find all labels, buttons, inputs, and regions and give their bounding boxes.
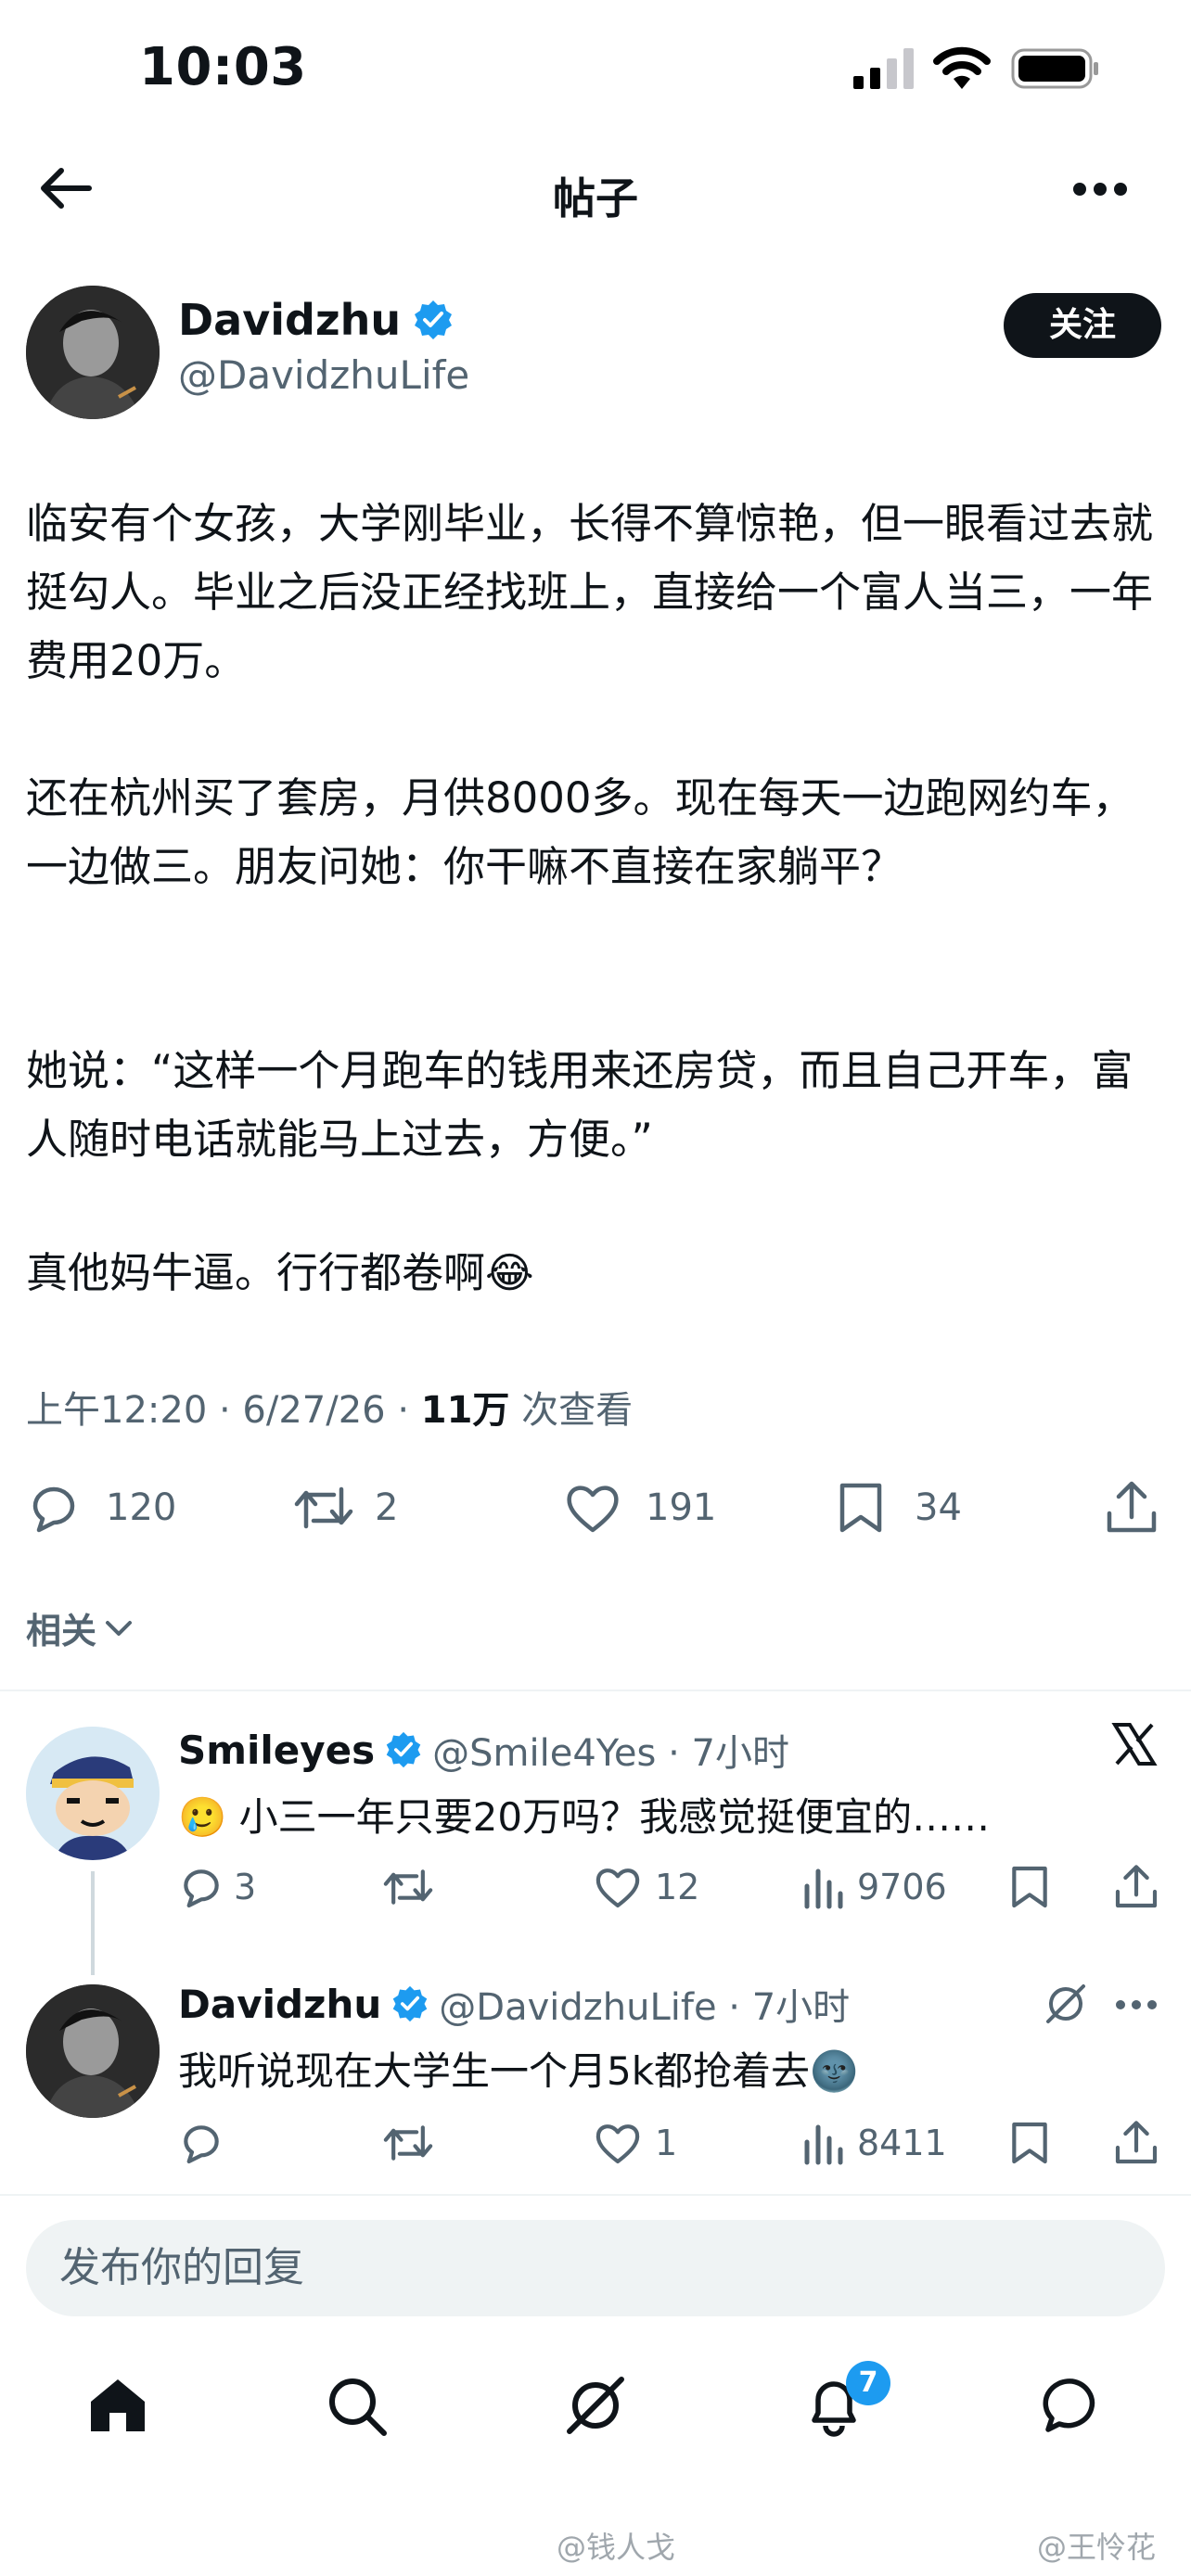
heart-icon [596, 1868, 640, 1908]
share-button[interactable] [1104, 1480, 1159, 1536]
reply-header: Smileyes @Smile4Yes · 7小时 [178, 1723, 789, 1777]
tweet-paragraph-1: 临安有个女孩，大学刚毕业，长得不算惊艳，但一眼看过去就挺勾人。毕业之后没正经找班… [26, 499, 1154, 685]
divider [0, 2194, 1191, 2196]
reply-reply-action[interactable]: 3 [178, 1864, 256, 1910]
divider [0, 1690, 1191, 1691]
reply-author-name[interactable]: Smileyes [178, 1728, 375, 1773]
nav-messages[interactable] [1043, 2376, 1102, 2435]
reply-views-action[interactable]: 9706 [803, 1864, 947, 1910]
view-count-suffix: 次查看 [509, 1389, 634, 1432]
analytics-icon [804, 2124, 843, 2165]
reply-share-button[interactable] [1113, 1864, 1159, 1910]
bookmark-count: 34 [915, 1486, 962, 1529]
like-action[interactable]: 191 [564, 1480, 716, 1536]
search-icon [329, 2378, 387, 2436]
reply-reply-count: 3 [234, 1867, 257, 1907]
tweet-paragraph-2: 还在杭州买了套房，月供8000多。现在每天一边跑网约车，一边做三。朋友问她：你干… [26, 773, 1134, 891]
more-horizontal-icon [1116, 2000, 1157, 2009]
reply-like-count: 12 [655, 1867, 700, 1907]
share-icon [1115, 1865, 1158, 1908]
repost-icon [294, 1486, 353, 1529]
like-count: 191 [646, 1486, 717, 1529]
view-count: 11万 [420, 1389, 510, 1432]
verified-badge-icon [415, 300, 453, 339]
nav-search[interactable] [327, 2376, 388, 2437]
reply-like-action[interactable]: 12 [594, 1864, 699, 1910]
reply-view-count: 8411 [857, 2123, 947, 2163]
reply-text: 我听说现在大学生一个月5k都抢着去🌚 [178, 2048, 859, 2094]
reply-text: 🥲 小三一年只要20万吗？我感觉挺便宜的…… [178, 1794, 991, 1840]
bookmark-icon [1012, 1866, 1047, 1908]
avatar[interactable] [26, 286, 160, 419]
reply-author-handle[interactable]: @Smile4Yes · 7小时 [432, 1723, 789, 1777]
reply-author-handle[interactable]: @DavidzhuLife · 7小时 [439, 1977, 850, 2031]
heart-icon [596, 2124, 640, 2164]
status-time: 10:03 [139, 37, 307, 97]
analytics-icon [804, 1868, 843, 1909]
reply-icon [32, 1486, 75, 1533]
bookmark-icon [839, 1483, 882, 1533]
reply-bookmark-button[interactable] [1009, 1864, 1050, 1910]
reply-avatar[interactable] [26, 1727, 160, 1860]
reply-views-action[interactable]: 8411 [803, 2120, 947, 2166]
grok-icon[interactable] [1043, 1981, 1089, 2027]
related-label: 相关 [26, 1611, 97, 1651]
battery-icon [1011, 48, 1100, 89]
tweet-paragraph-3: 她说：“这样一个月跑车的钱用来还房贷，而且自己开车，富人随时电话就能马上过去，方… [26, 1046, 1133, 1164]
more-options-button[interactable] [1072, 182, 1128, 197]
reply-reply-action[interactable] [178, 2120, 234, 2166]
reply-repost-action[interactable] [382, 2120, 443, 2166]
bookmark-icon [1012, 2122, 1047, 2164]
wifi-icon [933, 46, 991, 89]
reply-icon [184, 1869, 219, 1908]
reply-share-button[interactable] [1113, 2120, 1159, 2166]
verified-badge-icon [393, 1985, 428, 2022]
watermark: @钱人戈 [557, 2530, 676, 2565]
reply-input[interactable]: 发布你的回复 [26, 2220, 1165, 2316]
tweet-timestamp[interactable]: 上午12:20 · 6/27/26 · [26, 1389, 421, 1432]
message-icon [1043, 2378, 1095, 2432]
reply-like-count: 1 [655, 2123, 678, 2163]
notification-badge: 7 [846, 2361, 890, 2405]
reply-like-action[interactable]: 1 [594, 2120, 677, 2166]
page-title: 帖子 [553, 173, 638, 223]
home-icon [91, 2379, 145, 2431]
cellular-signal-icon [853, 48, 915, 89]
author-handle[interactable]: @DavidzhuLife [178, 352, 469, 398]
reply-header: Davidzhu @DavidzhuLife · 7小时 [178, 1977, 850, 2031]
repost-icon [383, 2125, 433, 2161]
nav-home[interactable] [87, 2376, 148, 2435]
author-name: Davidzhu [178, 295, 402, 345]
thread-line [91, 1871, 95, 1975]
verified-badge-icon [386, 1731, 421, 1768]
nav-grok[interactable] [564, 2374, 627, 2437]
watermark: @王怜花 [1037, 2530, 1157, 2565]
tweet-meta: 上午12:20 · 6/27/26 · 11万 次查看 [26, 1380, 633, 1434]
reply-icon [184, 2125, 219, 2164]
share-icon [1115, 2121, 1158, 2164]
heart-icon [567, 1486, 619, 1533]
reply-more-button[interactable] [1115, 1999, 1158, 2010]
grok-icon [567, 2377, 624, 2434]
bookmark-action[interactable]: 34 [837, 1480, 962, 1536]
more-horizontal-icon [1073, 183, 1127, 196]
x-logo-icon [1111, 1721, 1158, 1767]
chevron-down-icon [106, 1620, 133, 1636]
reply-bookmark-button[interactable] [1009, 2120, 1050, 2166]
share-icon [1107, 1481, 1157, 1533]
author-name-row[interactable]: Davidzhu [178, 295, 455, 345]
reply-count: 120 [106, 1486, 177, 1529]
related-dropdown[interactable]: 相关 [26, 1602, 134, 1653]
reply-view-count: 9706 [857, 1867, 947, 1907]
reply-avatar[interactable] [26, 1984, 160, 2118]
reply-author-name[interactable]: Davidzhu [178, 1982, 381, 2027]
repost-action[interactable]: 2 [293, 1480, 398, 1536]
follow-button[interactable]: 关注 [1004, 293, 1161, 358]
repost-count: 2 [375, 1486, 399, 1529]
repost-icon [383, 1869, 433, 1905]
reply-action[interactable]: 120 [26, 1480, 176, 1536]
reply-repost-action[interactable] [382, 1864, 443, 1910]
tweet-paragraph-4: 真他妈牛逼。行行都卷啊😂 [26, 1248, 534, 1297]
